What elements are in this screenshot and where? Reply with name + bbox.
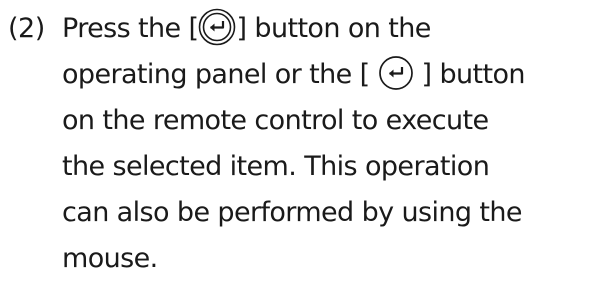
text-line-5: can also be performed by using the <box>62 197 523 228</box>
bracket-close: ] <box>421 59 433 90</box>
step-text: Press the [ ] button on the operating pa… <box>62 6 588 282</box>
text-line-4: the selected item. This operation <box>62 151 490 182</box>
bracket-open: [ <box>188 13 200 44</box>
text-line-3: on the remote control to execute <box>62 105 489 136</box>
panel-enter-button-icon <box>198 8 236 46</box>
step-number: (2) <box>8 13 45 44</box>
text-line-6: mouse. <box>62 243 158 274</box>
bracket-close: ] <box>236 13 247 44</box>
text-button: button <box>439 59 525 90</box>
text-line-2: operating panel or the [ ] button <box>62 52 588 98</box>
text-line-1: Press the [ ] button on the <box>62 6 588 52</box>
remote-enter-button-icon <box>378 55 414 91</box>
text-button-on-the: button on the <box>254 13 431 44</box>
text-press-the: Press the <box>62 13 181 44</box>
bracket-open: [ <box>359 59 371 90</box>
text-operating-panel: operating panel or the <box>62 59 352 90</box>
